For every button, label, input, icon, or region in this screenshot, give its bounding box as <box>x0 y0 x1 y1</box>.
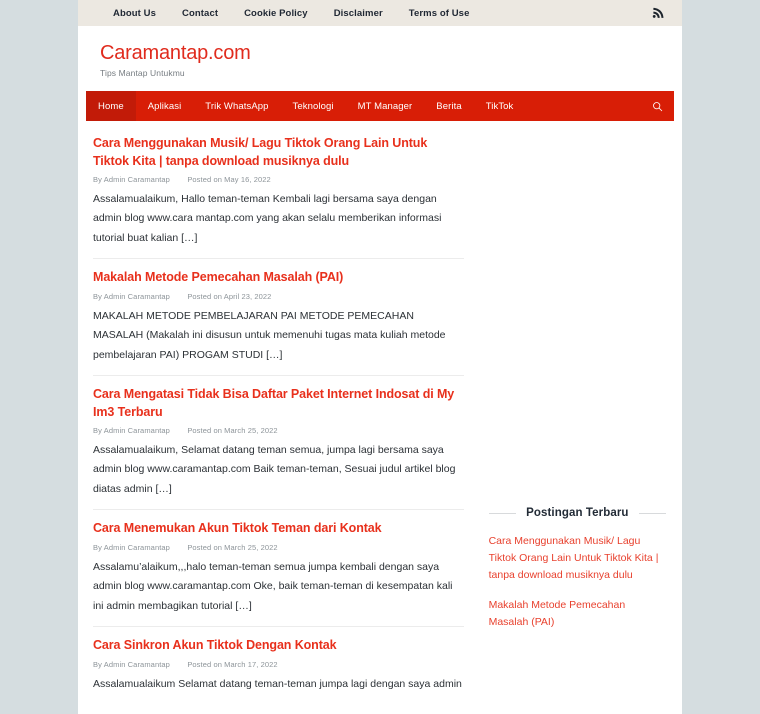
post-meta: By Admin Caramantap Posted on March 25, … <box>93 543 464 552</box>
post-title[interactable]: Cara Sinkron Akun Tiktok Dengan Kontak <box>93 637 464 655</box>
topbar-link-about-us[interactable]: About Us <box>100 8 169 19</box>
post-author: By Admin Caramantap <box>93 659 170 669</box>
top-bar-menu: About Us Contact Cookie Policy Disclaime… <box>100 8 482 19</box>
post-item: Cara Menggunakan Musik/ Lagu Tiktok Oran… <box>93 135 464 260</box>
post-excerpt: Assalamu’alaikum,,,halo teman-teman semu… <box>93 560 453 612</box>
post-author: By Admin Caramantap <box>93 291 170 301</box>
page-container: About Us Contact Cookie Policy Disclaime… <box>78 0 682 714</box>
widget-title-rule-left <box>488 512 517 514</box>
post-title-link[interactable]: Cara Menggunakan Musik/ Lagu Tiktok Oran… <box>93 136 427 168</box>
site-title[interactable]: Caramantap.com <box>100 42 660 64</box>
nav-item-trik-whatsapp[interactable]: Trik WhatsApp <box>193 91 280 121</box>
nav-item-mt-manager[interactable]: MT Manager <box>346 91 425 121</box>
topbar-link-cookie-policy[interactable]: Cookie Policy <box>231 8 321 19</box>
post-item: Makalah Metode Pemecahan Masalah (PAI) B… <box>93 269 464 377</box>
topbar-link-disclaimer[interactable]: Disclaimer <box>321 8 396 19</box>
list-item: Cara Menggunakan Musik/ Lagu Tiktok Oran… <box>489 533 666 584</box>
recent-post-link[interactable]: Makalah Metode Pemecahan Masalah (PAI) <box>489 597 666 631</box>
nav-item-teknologi[interactable]: Teknologi <box>281 91 346 121</box>
widget-title: Postingan Terbaru <box>488 507 667 519</box>
recent-posts-list: Cara Menggunakan Musik/ Lagu Tiktok Oran… <box>489 533 666 631</box>
post-title[interactable]: Makalah Metode Pemecahan Masalah (PAI) <box>93 269 464 287</box>
post-title[interactable]: Cara Menggunakan Musik/ Lagu Tiktok Oran… <box>93 135 464 170</box>
recent-post-link[interactable]: Cara Menggunakan Musik/ Lagu Tiktok Oran… <box>489 533 666 584</box>
post-author: By Admin Caramantap <box>93 426 170 436</box>
post-author: By Admin Caramantap <box>93 542 170 552</box>
main-navigation-items: Home Aplikasi Trik WhatsApp Teknologi MT… <box>86 91 525 121</box>
search-toggle-button[interactable] <box>640 91 674 121</box>
post-date: Posted on April 23, 2022 <box>187 291 272 301</box>
topbar-link-terms-of-use[interactable]: Terms of Use <box>396 8 483 19</box>
main-navigation: Home Aplikasi Trik WhatsApp Teknologi MT… <box>86 91 674 121</box>
post-title[interactable]: Cara Mengatasi Tidak Bisa Daftar Paket I… <box>93 386 464 421</box>
post-date: Posted on March 17, 2022 <box>187 659 278 669</box>
post-meta: By Admin Caramantap Posted on March 25, … <box>93 426 464 435</box>
post-item: Cara Sinkron Akun Tiktok Dengan Kontak B… <box>93 637 464 704</box>
post-title-link[interactable]: Makalah Metode Pemecahan Masalah (PAI) <box>93 270 343 284</box>
widget-recent-posts: Postingan Terbaru Cara Menggunakan Musik… <box>488 507 667 631</box>
nav-item-berita[interactable]: Berita <box>424 91 473 121</box>
post-title-link[interactable]: Cara Sinkron Akun Tiktok Dengan Kontak <box>93 638 337 652</box>
post-title[interactable]: Cara Menemukan Akun Tiktok Teman dari Ko… <box>93 520 464 538</box>
post-item: Cara Menemukan Akun Tiktok Teman dari Ko… <box>93 520 464 628</box>
list-item: Makalah Metode Pemecahan Masalah (PAI) <box>489 597 666 631</box>
nav-item-tiktok[interactable]: TikTok <box>474 91 526 121</box>
post-meta: By Admin Caramantap Posted on May 16, 20… <box>93 175 464 184</box>
top-bar: About Us Contact Cookie Policy Disclaime… <box>78 0 682 26</box>
nav-item-aplikasi[interactable]: Aplikasi <box>136 91 194 121</box>
rss-icon <box>652 7 664 18</box>
site-title-text: Caramantap.com <box>100 42 251 64</box>
topbar-link-contact[interactable]: Contact <box>169 8 231 19</box>
post-author: By Admin Caramantap <box>93 175 170 184</box>
content-wrapper: Cara Menggunakan Musik/ Lagu Tiktok Oran… <box>78 121 682 714</box>
post-date: Posted on May 16, 2022 <box>187 175 271 184</box>
post-excerpt: Assalamualaikum, Hallo teman-teman Kemba… <box>93 193 442 244</box>
post-title-link[interactable]: Cara Mengatasi Tidak Bisa Daftar Paket I… <box>93 387 454 419</box>
post-excerpt: Assalamualaikum, Selamat datang teman se… <box>93 444 456 495</box>
widget-title-label: Postingan Terbaru <box>526 507 629 519</box>
post-item: Cara Mengatasi Tidak Bisa Daftar Paket I… <box>93 386 464 511</box>
sidebar: Postingan Terbaru Cara Menggunakan Musik… <box>471 135 674 644</box>
main-content-column: Cara Menggunakan Musik/ Lagu Tiktok Oran… <box>86 135 471 714</box>
post-excerpt: MAKALAH METODE PEMBELAJARAN PAI METODE P… <box>93 309 446 361</box>
rss-link[interactable] <box>652 6 670 20</box>
post-meta: By Admin Caramantap Posted on March 17, … <box>93 660 464 669</box>
search-icon <box>652 101 662 111</box>
masthead: Caramantap.com Tips Mantap Untukmu <box>78 26 682 91</box>
post-date: Posted on March 25, 2022 <box>187 542 278 552</box>
widget-title-rule-right <box>638 512 667 514</box>
post-excerpt: Assalamualaikum Selamat datang teman-tem… <box>93 677 462 690</box>
post-meta: By Admin Caramantap Posted on April 23, … <box>93 292 464 301</box>
site-tagline: Tips Mantap Untukmu <box>100 68 185 78</box>
nav-item-home[interactable]: Home <box>86 91 136 121</box>
post-date: Posted on March 25, 2022 <box>187 426 278 436</box>
post-title-link[interactable]: Cara Menemukan Akun Tiktok Teman dari Ko… <box>93 521 382 535</box>
